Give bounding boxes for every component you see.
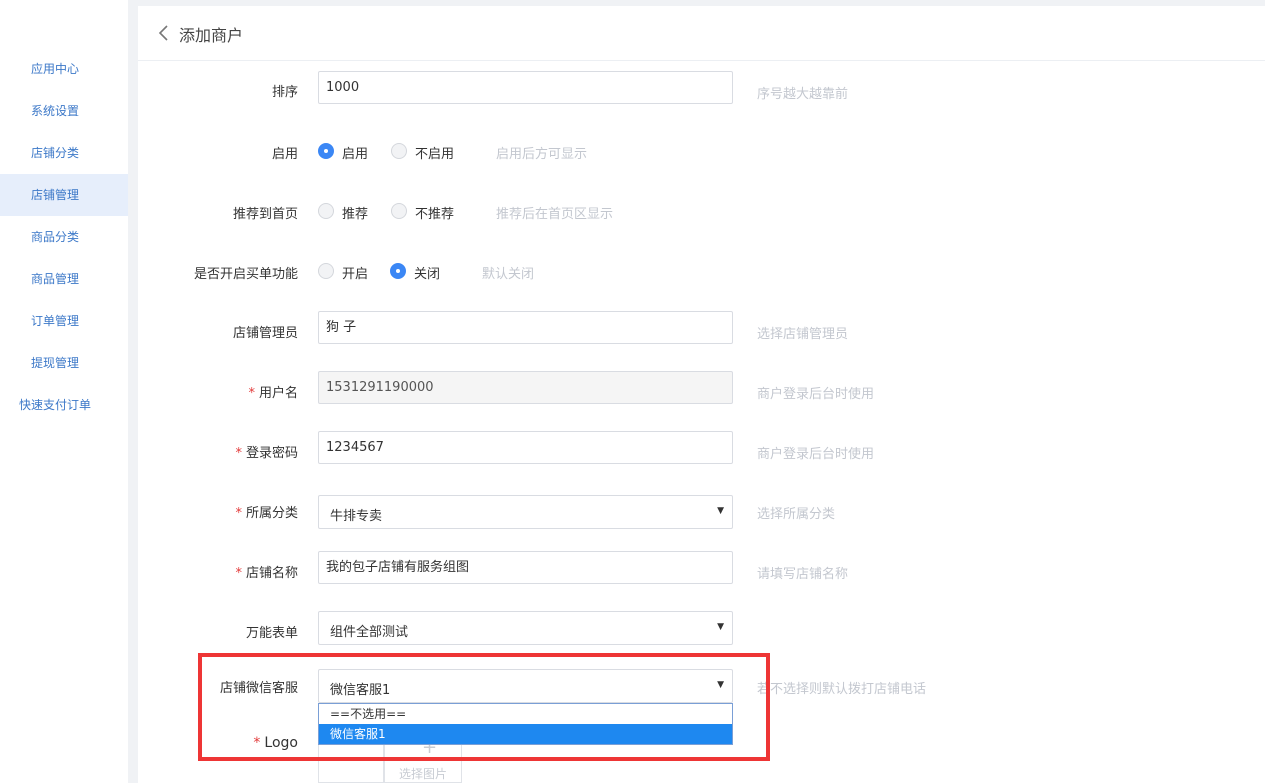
recommend-label: 推荐到首页 [232,207,298,222]
sidebar-item-label: 店铺分类 [31,146,80,160]
password-label: * 登录密码 [235,446,298,461]
wechat-service-dropdown: ==不选用== 微信客服1 [318,703,733,745]
buy-feature-hint: 默认关闭 [482,267,535,282]
password-input[interactable]: 1234567 [318,431,733,464]
radio-label: 推荐 [342,207,369,222]
sidebar-item-system-settings[interactable]: 系统设置 [0,90,128,132]
logo-label: * Logo [253,735,298,751]
choose-image-button[interactable]: + 选择图片 [384,737,462,783]
choose-image-label: 选择图片 [399,767,448,781]
select-value: 微信客服1 [330,683,391,698]
universal-form-select[interactable]: 组件全部测试 ▼ [318,611,733,645]
sidebar-item-label: 商品管理 [31,272,80,286]
dropdown-option-none[interactable]: ==不选用== [319,704,732,724]
sidebar-divider [128,0,138,783]
sidebar-item-product-category[interactable]: 商品分类 [0,216,128,258]
universal-form-label: 万能表单 [245,626,298,641]
radio-label: 启用 [342,147,369,162]
sidebar-item-label: 应用中心 [31,62,80,76]
category-hint: 选择所属分类 [757,507,836,522]
radio-dot [391,143,407,159]
radio-label: 开启 [342,267,369,282]
select-value: 牛排专卖 [330,509,383,524]
username-hint: 商户登录后台时使用 [757,387,875,402]
sidebar-item-order-management[interactable]: 订单管理 [0,300,128,342]
manager-label: 店铺管理员 [232,326,298,341]
radio-dot [390,263,406,279]
manager-input[interactable]: 狗 子 [318,311,733,344]
sort-hint: 序号越大越靠前 [757,87,849,102]
sidebar-item-app-center[interactable]: 应用中心 [0,48,128,90]
radio-dot [391,203,407,219]
dropdown-option-wechat-service-1[interactable]: 微信客服1 [319,724,732,744]
wechat-service-hint: 若不选择则默认拨打店铺电话 [757,682,927,697]
caret-down-icon: ▼ [717,680,724,690]
sort-label: 排序 [271,85,298,100]
sidebar-item-product-management[interactable]: 商品管理 [0,258,128,300]
category-label: * 所属分类 [235,506,298,521]
username-input: 1531291190000 [318,371,733,404]
logo-preview [318,745,384,783]
shop-name-input[interactable]: 我的包子店铺有服务组图 [318,551,733,584]
enable-label: 启用 [271,147,298,162]
sidebar-item-withdraw-management[interactable]: 提现管理 [0,342,128,384]
wechat-service-label: 店铺微信客服 [219,681,298,696]
select-value: 组件全部测试 [330,625,409,640]
sidebar-item-label: 店铺管理 [31,188,80,202]
radio-label: 不启用 [415,147,455,162]
chevron-left-icon[interactable] [154,23,174,43]
enable-hint: 启用后方可显示 [496,147,588,162]
shop-name-hint: 请填写店铺名称 [757,567,849,582]
sidebar-item-shop-management[interactable]: 店铺管理 [0,174,128,216]
sidebar-item-shop-category[interactable]: 店铺分类 [0,132,128,174]
sidebar-item-label: 快速支付订单 [19,398,92,412]
sidebar-item-label: 系统设置 [31,104,80,118]
sidebar-item-label: 提现管理 [31,356,80,370]
sidebar: 应用中心 系统设置 店铺分类 店铺管理 商品分类 商品管理 订单管理 提现管理 … [0,0,128,783]
sidebar-item-label: 商品分类 [31,230,80,244]
radio-dot [318,203,334,219]
radio-label: 关闭 [414,267,441,282]
sidebar-item-quick-pay-orders[interactable]: 快速支付订单 [0,384,128,426]
caret-down-icon: ▼ [717,622,724,632]
sidebar-item-label: 订单管理 [31,314,80,328]
caret-down-icon: ▼ [717,506,724,516]
buy-feature-label: 是否开启买单功能 [193,267,298,282]
radio-label: 不推荐 [415,207,455,222]
sort-input[interactable]: 1000 [318,71,733,104]
password-hint: 商户登录后台时使用 [757,447,875,462]
username-label: * 用户名 [248,386,298,401]
manager-hint: 选择店铺管理员 [757,327,849,342]
shop-name-label: * 店铺名称 [235,566,298,581]
page-header: 添加商户 [138,6,1265,61]
radio-dot [318,143,334,159]
radio-dot [318,263,334,279]
wechat-service-select[interactable]: 微信客服1 ▼ [318,669,733,703]
page-title: 添加商户 [179,26,244,45]
recommend-hint: 推荐后在首页区显示 [496,207,614,222]
category-select[interactable]: 牛排专卖 ▼ [318,495,733,529]
